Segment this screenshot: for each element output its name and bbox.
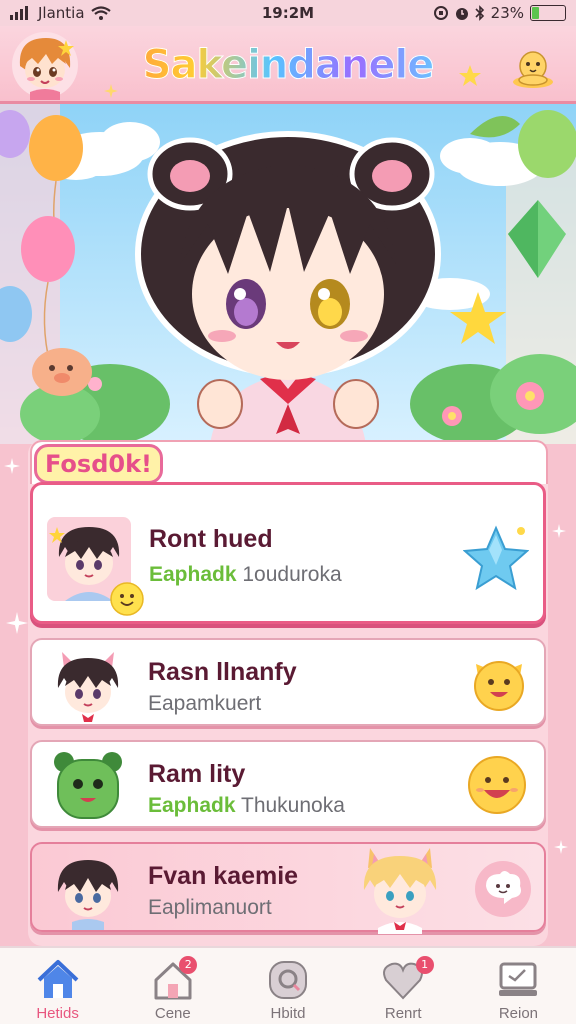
item-subtitle: Eaphadk Thukunoka xyxy=(148,794,345,818)
list-item[interactable]: Fvan kaemie Eaplimanuort xyxy=(30,842,546,934)
avatar xyxy=(57,652,119,722)
nav-label: Reion xyxy=(498,1005,539,1022)
smiley-icon[interactable] xyxy=(466,650,532,716)
alarm-icon xyxy=(455,8,468,20)
status-bar: Jlantia 19:2M 23% xyxy=(0,0,576,26)
sparkle-icon xyxy=(554,840,568,854)
section-tag: Fosd0k! xyxy=(34,444,163,484)
bluetooth-icon xyxy=(475,5,484,21)
user-avatar[interactable] xyxy=(10,30,80,100)
star-icon[interactable] xyxy=(463,525,529,591)
item-title: Fvan kaemie xyxy=(148,862,299,890)
item-subtitle: Eaplimanuort xyxy=(148,896,272,920)
battery-icon xyxy=(530,5,566,21)
star-icon xyxy=(459,65,481,86)
status-right: 23% xyxy=(366,4,566,22)
list-item[interactable]: Ront hued Eaphadk 1ouduroka xyxy=(30,482,546,624)
smiley-icon[interactable] xyxy=(464,752,530,818)
smiley-icon xyxy=(110,582,144,616)
item-title: Ram lity xyxy=(148,760,246,788)
pig-plush xyxy=(32,348,92,396)
item-subtitle-part2: Thukunoka xyxy=(241,794,345,817)
wifi-icon xyxy=(90,6,111,20)
nav-label: Renrt xyxy=(384,1005,422,1022)
nav-label: Hetids xyxy=(36,1005,79,1022)
list-item[interactable]: Rasn llnanfy Eapamkuert xyxy=(30,638,546,726)
sparkle-icon xyxy=(552,524,566,538)
rotation-lock-icon xyxy=(433,6,448,20)
item-subtitle-part2: Eapamkuert xyxy=(148,692,262,715)
chat-icon[interactable] xyxy=(470,856,536,922)
battery-percent: 23% xyxy=(490,4,524,22)
nav-item-hbitd[interactable]: Hbitd xyxy=(230,948,345,1024)
item-title: Ront hued xyxy=(149,525,273,553)
nav-item-reion[interactable]: Reion xyxy=(461,948,576,1024)
sparkle-icon xyxy=(4,458,20,474)
hero-banner xyxy=(0,104,576,444)
item-subtitle: Eapamkuert xyxy=(148,692,261,716)
nav-item-hetids[interactable]: Hetids xyxy=(0,948,115,1024)
status-time: 19:2M xyxy=(261,4,315,22)
item-subtitle-part1: Eaphadk xyxy=(148,794,236,817)
nav-label: Hbitd xyxy=(270,1005,306,1022)
avatar xyxy=(57,860,119,930)
item-subtitle: Eaphadk 1ouduroka xyxy=(149,563,342,587)
app-title: Sakeindanele xyxy=(120,42,456,89)
avatar xyxy=(54,752,122,819)
list-item[interactable]: Ram lity Eaphadk Thukunoka xyxy=(30,740,546,828)
item-subtitle-part1: Eaphadk xyxy=(149,563,237,586)
character-illustration xyxy=(363,848,437,934)
nav-label: Cene xyxy=(154,1005,191,1022)
item-subtitle-part2: Eaplimanuort xyxy=(148,896,272,919)
home-icon xyxy=(37,960,78,998)
app-header: Sakeindanele xyxy=(0,26,576,104)
carrier-text: Jlantia xyxy=(38,4,85,22)
nav-item-renrt[interactable]: 1 Renrt xyxy=(346,948,461,1024)
search-icon xyxy=(269,961,307,999)
item-title: Rasn llnanfy xyxy=(148,658,297,686)
signal-icon xyxy=(10,6,28,20)
notification-badge: 1 xyxy=(415,956,434,974)
battery-fill xyxy=(532,7,540,19)
plush-menu-icon[interactable] xyxy=(508,42,558,92)
hero-illustration xyxy=(0,104,576,444)
bottom-nav: Hetids 2 Cene Hbitd 1 Renrt Reion xyxy=(0,946,576,1024)
status-left: Jlantia xyxy=(10,4,210,22)
sparkle-icon xyxy=(104,84,118,98)
nav-item-cene[interactable]: 2 Cene xyxy=(115,948,230,1024)
sparkle-icon xyxy=(6,612,28,634)
item-subtitle-part2: 1ouduroka xyxy=(242,563,342,586)
computer-icon xyxy=(499,962,538,996)
